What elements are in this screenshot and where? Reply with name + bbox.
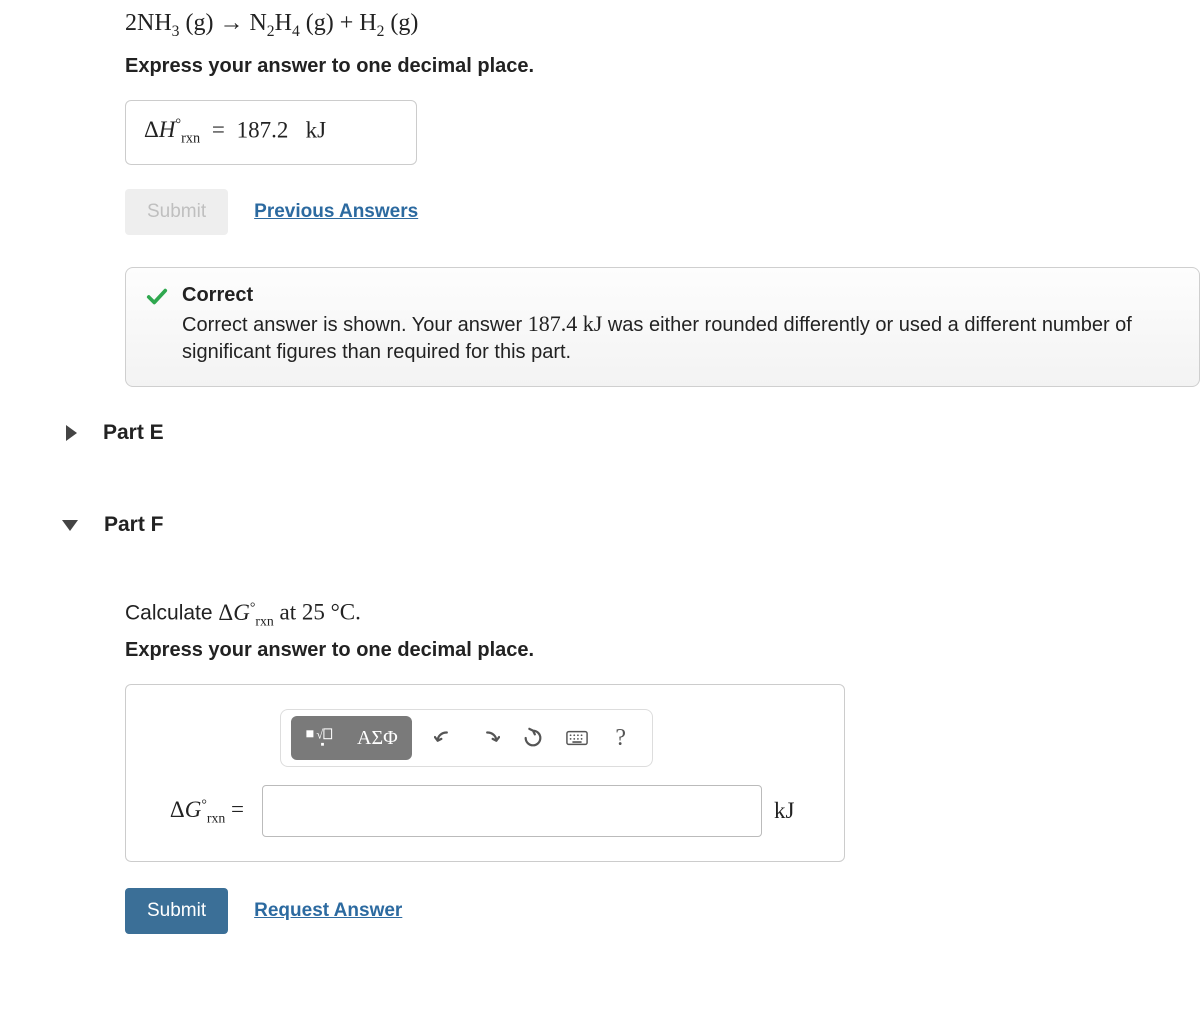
answer-unit-label: kJ	[774, 798, 794, 824]
delta-g-symbol: ΔG°rxn	[218, 600, 273, 625]
part-f-button-row: Submit Request Answer	[125, 888, 1200, 934]
part-d-button-row: Submit Previous Answers	[125, 189, 1200, 235]
redo-button[interactable]	[468, 718, 510, 758]
part-d-region: 2NH3 (g) → N2H4 (g) + H2 (g) Express you…	[125, 10, 1200, 387]
feedback-title: Correct	[182, 284, 1179, 307]
feedback-text: Correct Correct answer is shown. Your an…	[182, 284, 1179, 366]
greek-symbols-button[interactable]: ΑΣΦ	[347, 720, 408, 756]
equals-sign: =	[212, 117, 225, 142]
reaction-equation: 2NH3 (g) → N2H4 (g) + H2 (g)	[125, 10, 1200, 41]
part-e-header[interactable]: Part E	[60, 387, 1200, 479]
templates-button[interactable]: √	[295, 720, 343, 756]
part-e-title: Part E	[103, 421, 164, 445]
submit-button[interactable]: Submit	[125, 888, 228, 934]
part-f-region: Calculate ΔG°rxn at 25 °C. Express your …	[125, 599, 1200, 934]
toolbar-template-group: √ ΑΣΦ	[291, 716, 412, 760]
keyboard-button[interactable]	[556, 718, 598, 758]
part-f-title: Part F	[104, 513, 164, 537]
submit-button-disabled: Submit	[125, 189, 228, 235]
delta-h-label: ΔH°rxn	[144, 117, 200, 142]
delta-g-input-label: ΔG°rxn =	[150, 796, 250, 826]
feedback-box: Correct Correct answer is shown. Your an…	[125, 267, 1200, 387]
part-f-question: Calculate ΔG°rxn at 25 °C.	[125, 599, 1200, 629]
undo-button[interactable]	[424, 718, 466, 758]
answer-input[interactable]	[262, 785, 762, 837]
feedback-user-value: 187.4 kJ	[528, 311, 603, 336]
part-d-prompt: Express your answer to one decimal place…	[125, 55, 1200, 78]
chevron-right-icon	[66, 425, 77, 441]
help-button[interactable]: ?	[600, 718, 642, 758]
part-d-answer-value: 187.2	[237, 117, 289, 142]
feedback-body: Correct answer is shown. Your answer 187…	[182, 309, 1179, 366]
checkmark-icon	[146, 286, 168, 308]
equation-toolbar: √ ΑΣΦ ?	[280, 709, 653, 767]
request-answer-link[interactable]: Request Answer	[254, 900, 402, 922]
answer-input-card: √ ΑΣΦ ?	[125, 684, 845, 862]
part-d-answer-readout: ΔH°rxn = 187.2 kJ	[125, 100, 417, 165]
reset-button[interactable]	[512, 718, 554, 758]
part-f-header[interactable]: Part F	[60, 479, 1200, 571]
part-f-prompt: Express your answer to one decimal place…	[125, 639, 1200, 662]
previous-answers-link[interactable]: Previous Answers	[254, 201, 418, 223]
answer-input-row: ΔG°rxn = kJ	[150, 785, 816, 837]
part-d-answer-unit: kJ	[306, 117, 326, 142]
chevron-down-icon	[62, 520, 78, 531]
svg-text:√: √	[316, 728, 323, 742]
